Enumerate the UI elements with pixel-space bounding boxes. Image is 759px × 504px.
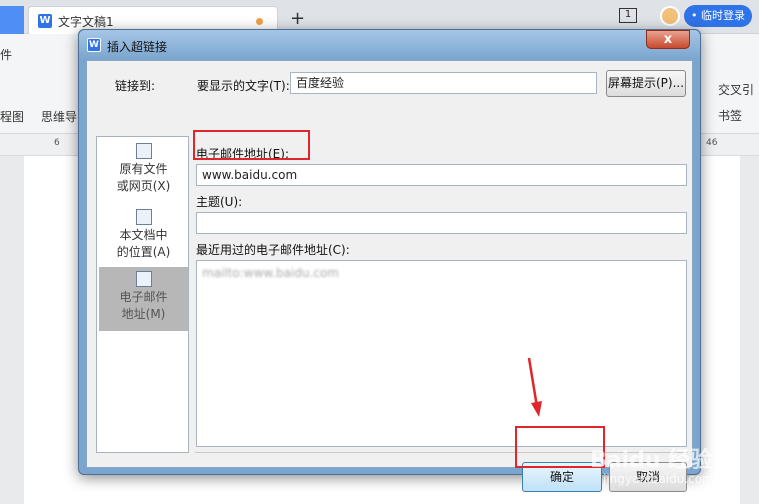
wps-app-icon: W	[87, 38, 101, 52]
new-tab-button[interactable]: +	[290, 8, 305, 29]
link-type-label: 电子邮件	[119, 290, 168, 304]
subject-input[interactable]	[196, 212, 687, 234]
annotation-arrow-icon	[527, 357, 542, 417]
login-button[interactable]: • 临时登录	[684, 5, 752, 27]
link-type-email[interactable]: 电子邮件 地址(M)	[99, 267, 188, 331]
display-text-input[interactable]: 百度经验	[290, 72, 597, 94]
insert-hyperlink-dialog: W 插入超链接 x 链接到: 要显示的文字(T): 百度经验 屏幕提示(P)..…	[78, 29, 701, 492]
document-place-icon	[135, 209, 152, 225]
file-menu-partial[interactable]: 件	[0, 46, 12, 63]
email-icon	[135, 271, 152, 287]
mindmap-button[interactable]: 思维导	[41, 108, 77, 125]
cross-reference-button[interactable]: 交叉引	[718, 81, 754, 98]
dialog-body: 链接到: 要显示的文字(T): 百度经验 屏幕提示(P)... 原有文件 或网页…	[86, 60, 693, 492]
recent-emails-list[interactable]: mailto:www.baidu.com	[196, 260, 687, 447]
email-address-input[interactable]: www.baidu.com	[196, 164, 687, 186]
window-count-badge[interactable]: 1	[619, 8, 637, 23]
link-type-label: 地址(M)	[121, 307, 166, 321]
bookmark-button[interactable]: 书签	[718, 107, 742, 124]
home-tab[interactable]	[0, 6, 24, 34]
document-tab-title: 文字文稿1	[58, 15, 114, 29]
web-page-icon	[135, 143, 152, 159]
screentip-button[interactable]: 屏幕提示(P)...	[606, 70, 686, 97]
link-type-label: 的位置(A)	[116, 245, 171, 259]
watermark-url: jingyan.baidu.com	[603, 472, 714, 486]
ruler-mark: 6	[54, 138, 60, 148]
link-type-place-in-document[interactable]: 本文档中 的位置(A)	[99, 205, 188, 269]
display-text-label: 要显示的文字(T):	[197, 79, 290, 93]
recent-emails-label: 最近用过的电子邮件地址(C):	[196, 243, 350, 257]
baidu-watermark-logo: Baidu 经验	[590, 448, 713, 473]
email-highlight-box	[193, 130, 310, 160]
wps-writer-icon: W	[38, 14, 52, 28]
link-type-label: 原有文件	[119, 162, 168, 176]
list-item[interactable]: mailto:www.baidu.com	[202, 266, 339, 280]
link-type-existing-file[interactable]: 原有文件 或网页(X)	[99, 139, 188, 203]
link-to-label: 链接到:	[115, 79, 156, 93]
dialog-titlebar[interactable]: W 插入超链接 x	[79, 30, 700, 60]
ruler-mark: 46	[706, 138, 718, 148]
unsaved-indicator	[256, 18, 263, 25]
avatar[interactable]	[660, 6, 680, 26]
link-type-label: 或网页(X)	[116, 179, 171, 193]
flowchart-button[interactable]: 程图	[0, 108, 24, 125]
dialog-title: 插入超链接	[107, 40, 168, 54]
link-type-label: 本文档中	[119, 228, 168, 242]
subject-label: 主题(U):	[196, 195, 243, 209]
close-button[interactable]: x	[646, 30, 690, 49]
link-to-pane: 原有文件 或网页(X) 本文档中 的位置(A) 电子邮件 地址(M)	[96, 136, 189, 453]
